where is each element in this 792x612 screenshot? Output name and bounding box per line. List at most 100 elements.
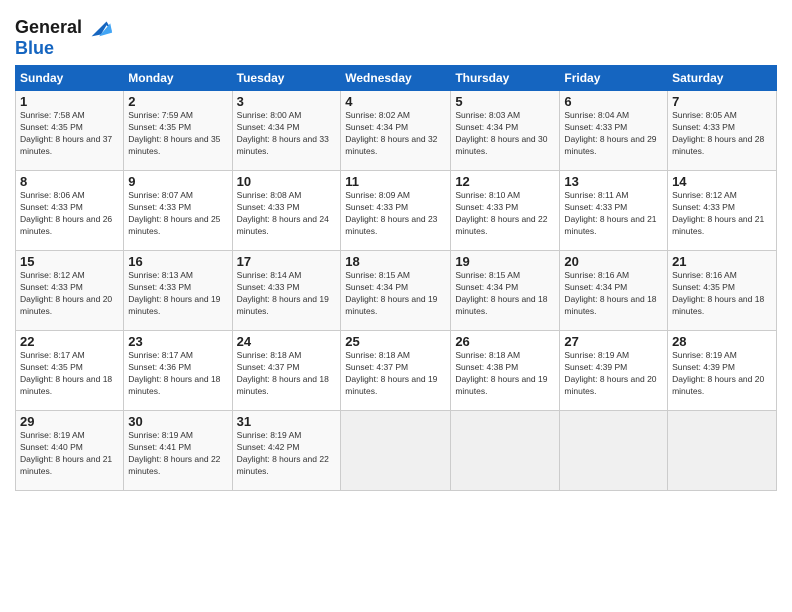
weekday-header-thursday: Thursday xyxy=(451,66,560,91)
day-info: Sunrise: 7:59 AMSunset: 4:35 PMDaylight:… xyxy=(128,110,227,158)
day-number: 12 xyxy=(455,174,555,189)
calendar-cell: 21Sunrise: 8:16 AMSunset: 4:35 PMDayligh… xyxy=(668,251,777,331)
day-number: 15 xyxy=(20,254,119,269)
logo: General Blue xyxy=(15,14,114,59)
day-number: 23 xyxy=(128,334,227,349)
calendar-week-4: 22Sunrise: 8:17 AMSunset: 4:35 PMDayligh… xyxy=(16,331,777,411)
day-number: 17 xyxy=(237,254,337,269)
calendar-cell: 27Sunrise: 8:19 AMSunset: 4:39 PMDayligh… xyxy=(560,331,668,411)
calendar-page: General Blue SundayMondayTuesdayWednesda… xyxy=(0,0,792,612)
day-info: Sunrise: 8:19 AMSunset: 4:42 PMDaylight:… xyxy=(237,430,337,478)
calendar-cell: 11Sunrise: 8:09 AMSunset: 4:33 PMDayligh… xyxy=(341,171,451,251)
day-number: 27 xyxy=(564,334,663,349)
day-number: 6 xyxy=(564,94,663,109)
day-info: Sunrise: 8:11 AMSunset: 4:33 PMDaylight:… xyxy=(564,190,663,238)
day-info: Sunrise: 8:17 AMSunset: 4:35 PMDaylight:… xyxy=(20,350,119,398)
calendar-cell: 4Sunrise: 8:02 AMSunset: 4:34 PMDaylight… xyxy=(341,91,451,171)
calendar-cell: 10Sunrise: 8:08 AMSunset: 4:33 PMDayligh… xyxy=(232,171,341,251)
day-info: Sunrise: 8:06 AMSunset: 4:33 PMDaylight:… xyxy=(20,190,119,238)
day-info: Sunrise: 8:00 AMSunset: 4:34 PMDaylight:… xyxy=(237,110,337,158)
calendar-cell: 7Sunrise: 8:05 AMSunset: 4:33 PMDaylight… xyxy=(668,91,777,171)
day-number: 21 xyxy=(672,254,772,269)
day-info: Sunrise: 8:16 AMSunset: 4:34 PMDaylight:… xyxy=(564,270,663,318)
calendar-cell: 9Sunrise: 8:07 AMSunset: 4:33 PMDaylight… xyxy=(124,171,232,251)
day-info: Sunrise: 8:18 AMSunset: 4:38 PMDaylight:… xyxy=(455,350,555,398)
day-number: 3 xyxy=(237,94,337,109)
day-number: 16 xyxy=(128,254,227,269)
calendar-cell xyxy=(668,411,777,491)
day-number: 7 xyxy=(672,94,772,109)
day-number: 11 xyxy=(345,174,446,189)
day-info: Sunrise: 8:19 AMSunset: 4:39 PMDaylight:… xyxy=(564,350,663,398)
calendar-week-1: 1Sunrise: 7:58 AMSunset: 4:35 PMDaylight… xyxy=(16,91,777,171)
day-info: Sunrise: 8:07 AMSunset: 4:33 PMDaylight:… xyxy=(128,190,227,238)
day-info: Sunrise: 8:15 AMSunset: 4:34 PMDaylight:… xyxy=(455,270,555,318)
day-info: Sunrise: 8:10 AMSunset: 4:33 PMDaylight:… xyxy=(455,190,555,238)
calendar-cell: 26Sunrise: 8:18 AMSunset: 4:38 PMDayligh… xyxy=(451,331,560,411)
day-info: Sunrise: 8:14 AMSunset: 4:33 PMDaylight:… xyxy=(237,270,337,318)
calendar-body: 1Sunrise: 7:58 AMSunset: 4:35 PMDaylight… xyxy=(16,91,777,491)
calendar-cell: 28Sunrise: 8:19 AMSunset: 4:39 PMDayligh… xyxy=(668,331,777,411)
day-info: Sunrise: 8:04 AMSunset: 4:33 PMDaylight:… xyxy=(564,110,663,158)
day-info: Sunrise: 8:17 AMSunset: 4:36 PMDaylight:… xyxy=(128,350,227,398)
day-number: 14 xyxy=(672,174,772,189)
calendar-cell: 25Sunrise: 8:18 AMSunset: 4:37 PMDayligh… xyxy=(341,331,451,411)
calendar-week-5: 29Sunrise: 8:19 AMSunset: 4:40 PMDayligh… xyxy=(16,411,777,491)
day-number: 31 xyxy=(237,414,337,429)
day-info: Sunrise: 7:58 AMSunset: 4:35 PMDaylight:… xyxy=(20,110,119,158)
day-number: 18 xyxy=(345,254,446,269)
weekday-header-row: SundayMondayTuesdayWednesdayThursdayFrid… xyxy=(16,66,777,91)
day-number: 29 xyxy=(20,414,119,429)
day-number: 2 xyxy=(128,94,227,109)
calendar-cell xyxy=(560,411,668,491)
weekday-header-sunday: Sunday xyxy=(16,66,124,91)
calendar-cell: 29Sunrise: 8:19 AMSunset: 4:40 PMDayligh… xyxy=(16,411,124,491)
day-number: 28 xyxy=(672,334,772,349)
day-info: Sunrise: 8:03 AMSunset: 4:34 PMDaylight:… xyxy=(455,110,555,158)
calendar-cell: 6Sunrise: 8:04 AMSunset: 4:33 PMDaylight… xyxy=(560,91,668,171)
day-number: 8 xyxy=(20,174,119,189)
header: General Blue xyxy=(15,10,777,59)
calendar-cell: 8Sunrise: 8:06 AMSunset: 4:33 PMDaylight… xyxy=(16,171,124,251)
calendar-cell: 24Sunrise: 8:18 AMSunset: 4:37 PMDayligh… xyxy=(232,331,341,411)
calendar-cell: 19Sunrise: 8:15 AMSunset: 4:34 PMDayligh… xyxy=(451,251,560,331)
calendar-cell: 2Sunrise: 7:59 AMSunset: 4:35 PMDaylight… xyxy=(124,91,232,171)
day-info: Sunrise: 8:18 AMSunset: 4:37 PMDaylight:… xyxy=(345,350,446,398)
calendar-cell: 5Sunrise: 8:03 AMSunset: 4:34 PMDaylight… xyxy=(451,91,560,171)
day-info: Sunrise: 8:18 AMSunset: 4:37 PMDaylight:… xyxy=(237,350,337,398)
calendar-cell: 30Sunrise: 8:19 AMSunset: 4:41 PMDayligh… xyxy=(124,411,232,491)
calendar-table: SundayMondayTuesdayWednesdayThursdayFrid… xyxy=(15,65,777,491)
day-info: Sunrise: 8:12 AMSunset: 4:33 PMDaylight:… xyxy=(20,270,119,318)
day-number: 22 xyxy=(20,334,119,349)
day-number: 4 xyxy=(345,94,446,109)
calendar-week-3: 15Sunrise: 8:12 AMSunset: 4:33 PMDayligh… xyxy=(16,251,777,331)
calendar-cell xyxy=(341,411,451,491)
calendar-cell: 13Sunrise: 8:11 AMSunset: 4:33 PMDayligh… xyxy=(560,171,668,251)
weekday-header-friday: Friday xyxy=(560,66,668,91)
weekday-header-wednesday: Wednesday xyxy=(341,66,451,91)
calendar-cell: 22Sunrise: 8:17 AMSunset: 4:35 PMDayligh… xyxy=(16,331,124,411)
day-info: Sunrise: 8:19 AMSunset: 4:40 PMDaylight:… xyxy=(20,430,119,478)
day-info: Sunrise: 8:16 AMSunset: 4:35 PMDaylight:… xyxy=(672,270,772,318)
calendar-cell: 18Sunrise: 8:15 AMSunset: 4:34 PMDayligh… xyxy=(341,251,451,331)
calendar-cell: 12Sunrise: 8:10 AMSunset: 4:33 PMDayligh… xyxy=(451,171,560,251)
day-number: 10 xyxy=(237,174,337,189)
day-number: 20 xyxy=(564,254,663,269)
day-info: Sunrise: 8:02 AMSunset: 4:34 PMDaylight:… xyxy=(345,110,446,158)
calendar-cell xyxy=(451,411,560,491)
weekday-header-saturday: Saturday xyxy=(668,66,777,91)
day-info: Sunrise: 8:19 AMSunset: 4:39 PMDaylight:… xyxy=(672,350,772,398)
day-info: Sunrise: 8:13 AMSunset: 4:33 PMDaylight:… xyxy=(128,270,227,318)
day-number: 24 xyxy=(237,334,337,349)
logo-text: General xyxy=(15,18,82,38)
day-number: 25 xyxy=(345,334,446,349)
logo-icon xyxy=(86,14,114,42)
day-number: 19 xyxy=(455,254,555,269)
day-number: 5 xyxy=(455,94,555,109)
day-info: Sunrise: 8:08 AMSunset: 4:33 PMDaylight:… xyxy=(237,190,337,238)
day-number: 26 xyxy=(455,334,555,349)
calendar-cell: 20Sunrise: 8:16 AMSunset: 4:34 PMDayligh… xyxy=(560,251,668,331)
day-number: 1 xyxy=(20,94,119,109)
calendar-cell: 16Sunrise: 8:13 AMSunset: 4:33 PMDayligh… xyxy=(124,251,232,331)
weekday-header-monday: Monday xyxy=(124,66,232,91)
